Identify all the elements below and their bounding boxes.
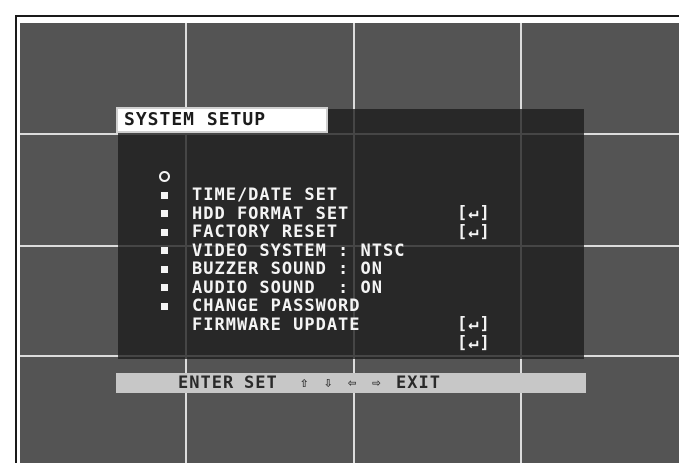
menu-title: SYSTEM SETUP <box>116 107 328 133</box>
exit-key-label[interactable]: EXIT <box>396 373 441 393</box>
enter-key-label[interactable]: ENTER <box>178 373 234 393</box>
menu-item-buzzer-sound[interactable]: BUZZER SOUND : ON <box>155 224 382 278</box>
arrow-right-icon[interactable]: ⇨ <box>372 373 381 393</box>
enter-icon: [↵] <box>457 203 491 223</box>
enter-icon: [↵] <box>457 332 491 353</box>
menu-item-label: VIDEO SYSTEM : NTSC <box>192 240 406 261</box>
menu-item-change-password[interactable]: CHANGE PASSWORD [↵] <box>155 261 490 333</box>
menu-item-hdd-format-set[interactable]: HDD FORMAT SET [↵] <box>155 169 490 241</box>
arrow-down-icon[interactable]: ⇩ <box>324 373 333 393</box>
enter-icon: [↵] <box>457 314 491 334</box>
set-key-label[interactable]: SET <box>244 373 278 393</box>
footer-control-bar: ENTER SET ⇧ ⇩ ⇦ ⇨ EXIT <box>116 373 586 393</box>
dvr-screen: SYSTEM SETUP TIME/DATE SET [↵] HDD FORMA… <box>20 23 679 463</box>
menu-list: TIME/DATE SET [↵] HDD FORMAT SET [↵] FAC… <box>155 150 490 352</box>
arrow-up-icon[interactable]: ⇧ <box>300 373 309 393</box>
arrow-left-icon[interactable]: ⇦ <box>348 373 357 393</box>
menu-item-time-date-set[interactable]: TIME/DATE SET [↵] <box>155 150 490 222</box>
menu-item-video-system[interactable]: VIDEO SYSTEM : NTSC <box>155 206 404 260</box>
menu-item-firmware-update[interactable]: FIRMWARE UPDATE [↵] <box>155 280 490 352</box>
enter-icon: [↵] <box>457 221 491 242</box>
menu-item-factory-reset[interactable]: FACTORY RESET <box>155 187 337 241</box>
menu-item-label: FIRMWARE UPDATE <box>192 314 361 335</box>
menu-item-audio-sound[interactable]: AUDIO SOUND : ON <box>155 243 382 297</box>
